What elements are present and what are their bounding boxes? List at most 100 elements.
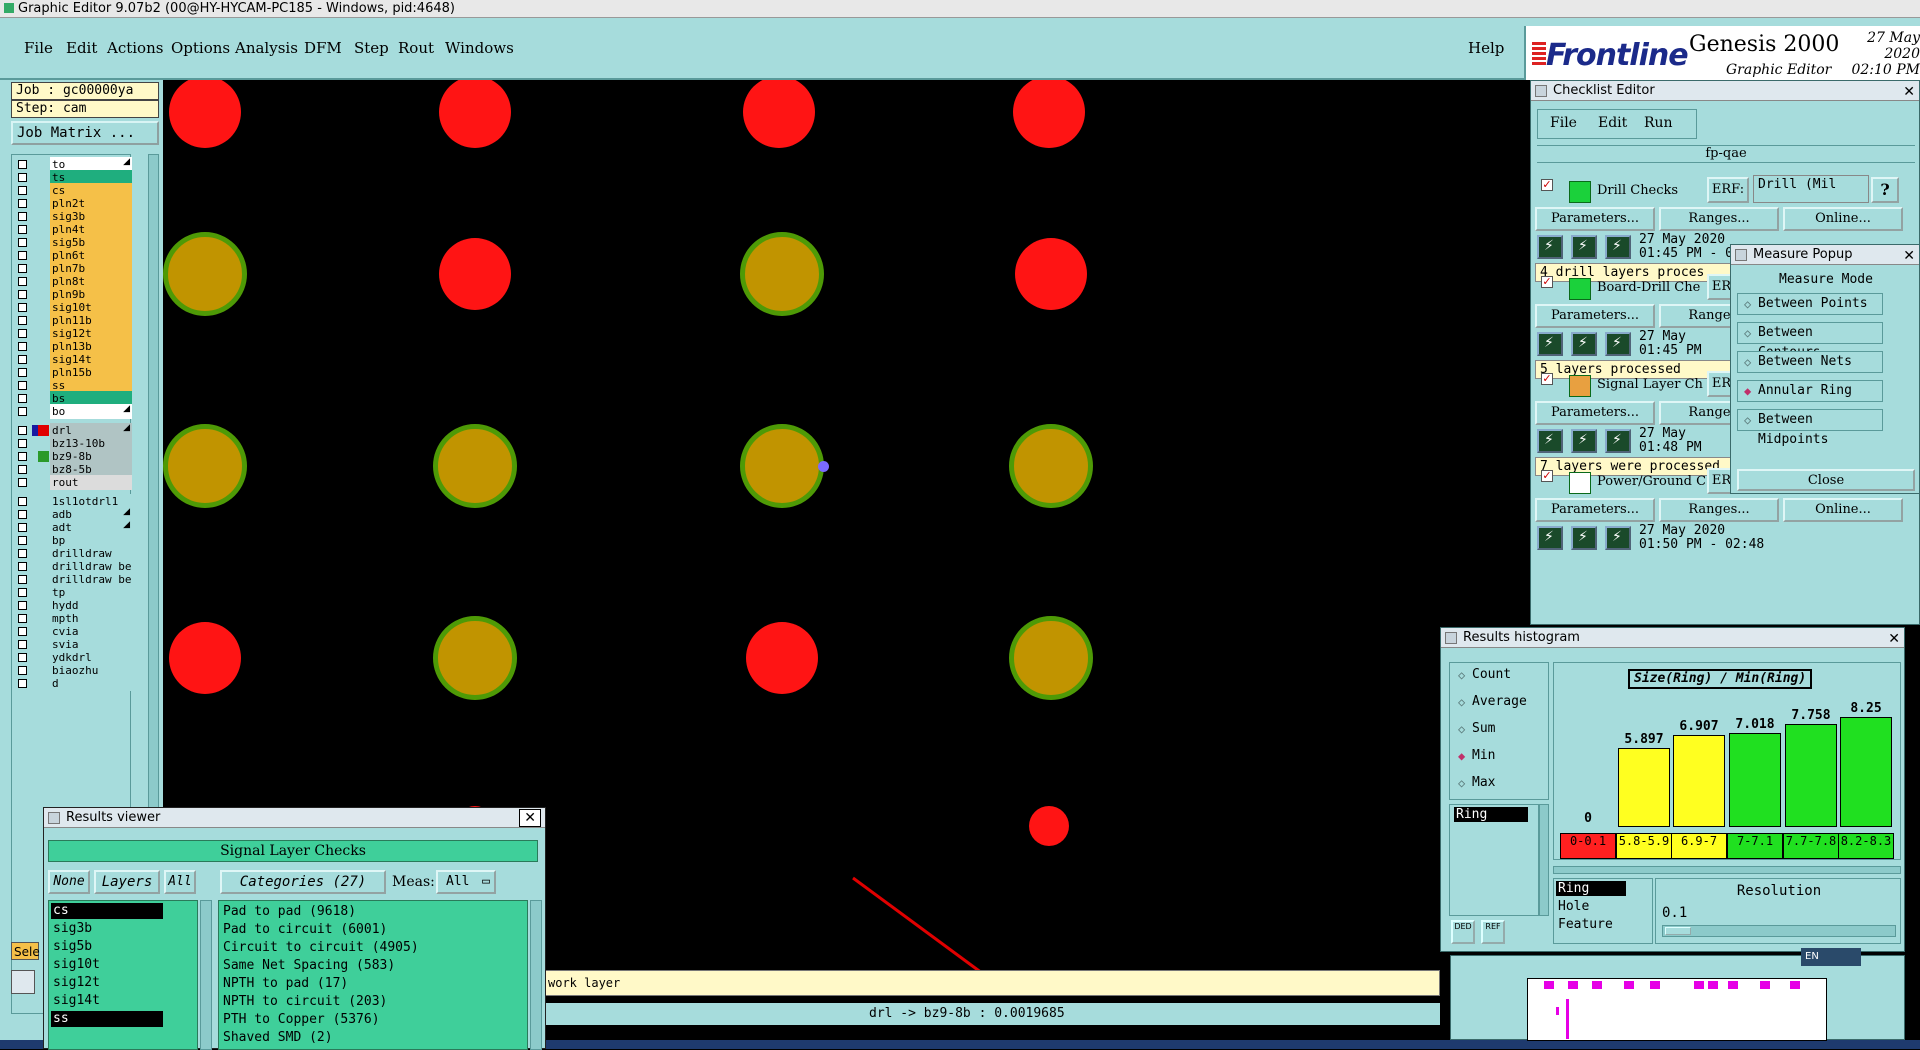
histogram-option[interactable]: ◇ Max — [1452, 773, 1546, 795]
run-icon[interactable] — [1537, 429, 1563, 453]
results-category-item[interactable]: NPTH to pad (17) — [223, 975, 348, 993]
measure-mode-option[interactable]: ◇ Between Points — [1737, 293, 1883, 315]
layer-checkbox[interactable] — [18, 478, 27, 487]
checklist-menu-edit[interactable]: Edit — [1598, 115, 1627, 131]
online-button[interactable]: Online... — [1783, 498, 1903, 522]
job-matrix-button[interactable]: Job Matrix ... — [11, 121, 159, 145]
help-button[interactable]: ? — [1871, 177, 1899, 203]
ranges-button[interactable]: Ranges... — [1659, 498, 1779, 522]
results-layer-item[interactable]: sig3b — [51, 921, 163, 937]
layer-checkbox[interactable] — [18, 562, 27, 571]
menu-help[interactable]: Help — [1468, 39, 1504, 57]
results-layer-item[interactable]: sig14t — [51, 993, 163, 1009]
layer-row[interactable]: rout — [12, 475, 132, 490]
parameters-button[interactable]: Parameters... — [1535, 207, 1655, 231]
measure-mode-option[interactable]: ◇ Between Midpoints — [1737, 409, 1883, 447]
run-icon[interactable] — [1605, 235, 1631, 259]
layer-name[interactable]: bo — [50, 404, 132, 419]
results-layer-item[interactable]: sig10t — [51, 957, 163, 973]
check-name[interactable]: Drill Checks — [1597, 183, 1705, 198]
layer-checkbox[interactable] — [18, 426, 27, 435]
ranges-button[interactable]: Ranges... — [1659, 207, 1779, 231]
layer-checkbox[interactable] — [18, 173, 27, 182]
layers-button[interactable]: Layers — [94, 870, 160, 894]
layer-checkbox[interactable] — [18, 465, 27, 474]
type-ring[interactable]: Ring — [1556, 881, 1626, 896]
menu-rout[interactable]: Rout — [398, 39, 434, 57]
layer-checkbox[interactable] — [18, 186, 27, 195]
run-icon[interactable] — [1537, 235, 1563, 259]
type-feature[interactable]: Feature — [1556, 917, 1668, 932]
layer-row[interactable]: d — [12, 676, 132, 691]
layer-checkbox[interactable] — [18, 303, 27, 312]
close-icon[interactable]: ✕ — [1903, 82, 1915, 102]
check-name[interactable]: Board-Drill Che — [1597, 280, 1705, 295]
none-button[interactable]: None — [48, 870, 90, 894]
run-icon[interactable] — [1571, 526, 1597, 550]
resolution-slider[interactable] — [1662, 925, 1896, 937]
run-icon[interactable] — [1571, 235, 1597, 259]
run-icon[interactable] — [1605, 332, 1631, 356]
layer-row[interactable]: bo ◢ — [12, 404, 132, 419]
run-icon[interactable] — [1605, 429, 1631, 453]
menu-actions[interactable]: Actions — [107, 39, 163, 57]
check-name[interactable]: Signal Layer Ch — [1597, 377, 1705, 392]
meas-dropdown[interactable]: All ▭ — [436, 870, 496, 894]
histogram-layer-list[interactable]: Ring — [1449, 804, 1539, 916]
layer-checkbox[interactable] — [18, 575, 27, 584]
window-menu-icon[interactable] — [1445, 632, 1457, 644]
measure-mode-option[interactable]: ◇Between Contours — [1737, 322, 1883, 360]
histogram-hscroll[interactable] — [1553, 866, 1901, 874]
check-enabled-checkbox[interactable]: ✓ — [1541, 276, 1553, 288]
histogram-option[interactable]: ◆ Min — [1452, 746, 1546, 768]
close-icon[interactable]: ✕ — [519, 809, 541, 827]
layer-checkbox[interactable] — [18, 251, 27, 260]
results-layer-item[interactable]: ss — [51, 1011, 163, 1027]
results-category-scrollbar[interactable] — [530, 900, 542, 1050]
layer-checkbox[interactable] — [18, 653, 27, 662]
results-category-list[interactable]: Pad to pad (9618) Pad to circuit (6001) Ci… — [218, 900, 528, 1050]
menu-dfm[interactable]: DFM — [304, 39, 342, 57]
histogram-list-scrollbar[interactable] — [1539, 804, 1549, 916]
check-enabled-checkbox[interactable]: ✓ — [1541, 179, 1553, 191]
layer-checkbox[interactable] — [18, 510, 27, 519]
checklist-menu-run[interactable]: Run — [1644, 115, 1673, 131]
checklist-menu-file[interactable]: File — [1550, 115, 1577, 131]
results-category-item[interactable]: Pad to pad (9618) — [223, 903, 356, 921]
layer-checkbox[interactable] — [18, 381, 27, 390]
window-menu-icon[interactable] — [1535, 85, 1547, 97]
run-icon[interactable] — [1537, 332, 1563, 356]
menu-edit[interactable]: Edit — [66, 39, 97, 57]
measure-close-button[interactable]: Close — [1737, 469, 1915, 491]
overview-panel[interactable]: EN — [1450, 948, 1905, 1041]
results-category-item[interactable]: PTH to Copper (5376) — [223, 1011, 380, 1029]
layer-checkbox[interactable] — [18, 160, 27, 169]
run-icon[interactable] — [1571, 332, 1597, 356]
layer-checkbox[interactable] — [18, 238, 27, 247]
results-category-item[interactable]: Same Net Spacing (583) — [223, 957, 395, 975]
layer-checkbox[interactable] — [18, 679, 27, 688]
layer-checkbox[interactable] — [18, 329, 27, 338]
results-layer-item[interactable]: sig5b — [51, 939, 163, 955]
layer-checkbox[interactable] — [18, 536, 27, 545]
layer-name[interactable]: d — [50, 676, 132, 691]
erf-button[interactable]: ERF: — [1707, 177, 1749, 203]
histogram-option[interactable]: ◇ Sum — [1452, 719, 1546, 741]
run-icon[interactable] — [1571, 429, 1597, 453]
window-menu-icon[interactable] — [48, 812, 60, 824]
results-layer-item[interactable]: sig12t — [51, 975, 163, 991]
layer-checkbox[interactable] — [18, 452, 27, 461]
results-category-item[interactable]: Circuit to circuit (4905) — [223, 939, 419, 957]
layer-checkbox[interactable] — [18, 614, 27, 623]
check-enabled-checkbox[interactable]: ✓ — [1541, 373, 1553, 385]
layer-checkbox[interactable] — [18, 439, 27, 448]
layer-checkbox[interactable] — [18, 601, 27, 610]
histogram-option[interactable]: ◇ Average — [1452, 692, 1546, 714]
layer-checkbox[interactable] — [18, 394, 27, 403]
layer-checkbox[interactable] — [18, 368, 27, 377]
layer-checkbox[interactable] — [18, 549, 27, 558]
histogram-option[interactable]: ◇ Count — [1452, 665, 1546, 687]
tool-icon[interactable] — [11, 970, 35, 994]
parameters-button[interactable]: Parameters... — [1535, 401, 1655, 425]
layer-checkbox[interactable] — [18, 627, 27, 636]
